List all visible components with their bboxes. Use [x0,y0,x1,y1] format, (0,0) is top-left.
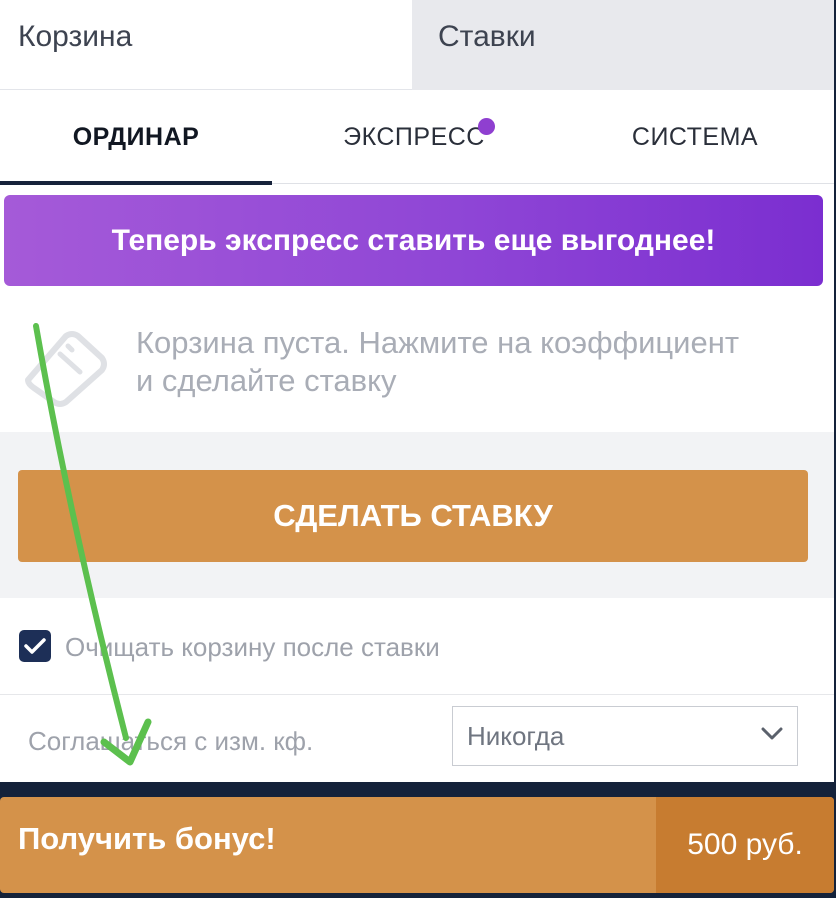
tab-basket-label: Корзина [18,20,133,53]
tab-bets-label: Ставки [438,20,536,53]
bonus-amount: 500 руб. [656,797,834,893]
odds-change-row: Соглашаться с изм. кф. Никогда [0,694,834,782]
tab-system[interactable]: СИСТЕМА [556,90,834,184]
express-notification-dot-icon [478,118,495,135]
odds-change-select[interactable]: Никогда [452,706,798,766]
odds-change-label: Соглашаться с изм. кф. [28,726,314,756]
bet-button-area: СДЕЛАТЬ СТАВКУ [0,432,834,598]
empty-text: Корзина пуста. Нажмите на коэффициент и … [136,324,816,400]
tab-bets[interactable]: Ставки [412,0,834,90]
bonus-label: Получить бонус! [18,821,276,856]
empty-text-line1: Корзина пуста. Нажмите на коэффициент [136,325,740,360]
get-bonus-button[interactable]: Получить бонус! 500 руб. [0,797,834,893]
checkmark-icon [24,638,46,654]
promo-banner[interactable]: Теперь экспресс ставить еще выгоднее! [4,195,823,286]
clear-basket-row: Очищать корзину после ставки [0,598,834,695]
clear-basket-label: Очищать корзину после ставки [65,632,440,662]
empty-basket-message: Корзина пуста. Нажмите на коэффициент и … [0,296,834,433]
tab-single-label: ОРДИНАР [72,122,200,151]
odds-change-value: Никогда [467,720,565,751]
bonus-amount-value: 500 руб. [687,828,803,861]
tab-single[interactable]: ОРДИНАР [0,90,272,185]
ticket-icon [25,331,107,407]
bet-slip-panel: Корзина Ставки ОРДИНАР ЭКСПРЕСС СИСТЕМА … [0,0,834,782]
promo-text: Теперь экспресс ставить еще выгоднее! [111,223,716,257]
tab-system-label: СИСТЕМА [631,122,759,151]
place-bet-button[interactable]: СДЕЛАТЬ СТАВКУ [18,470,808,562]
empty-text-line2: и сделайте ставку [136,363,397,398]
tab-basket[interactable]: Корзина [0,0,412,90]
tab-express[interactable]: ЭКСПРЕСС [272,90,556,184]
tab-express-label: ЭКСПРЕСС [343,122,485,151]
chevron-down-icon [761,727,783,740]
bet-type-tabs: ОРДИНАР ЭКСПРЕСС СИСТЕМА [0,90,834,185]
top-tabs: Корзина Ставки [0,0,834,90]
clear-basket-checkbox[interactable] [19,630,51,662]
